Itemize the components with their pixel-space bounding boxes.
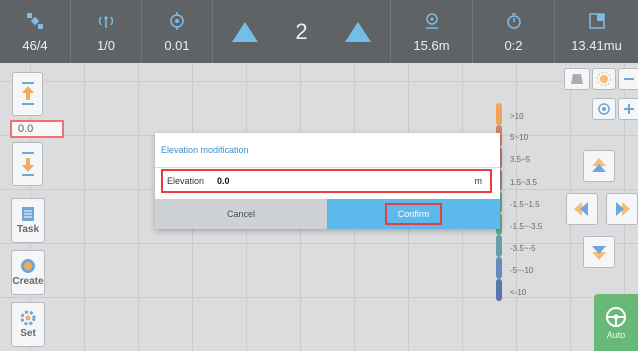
dialog-title: Elevation modification	[161, 145, 249, 155]
dialog-actions: Cancel Confirm	[155, 199, 500, 229]
elevation-field[interactable]: Elevation 0.0 m	[161, 169, 492, 193]
confirm-label: Confirm	[384, 203, 443, 225]
elevation-modification-dialog: Elevation modification Elevation 0.0 m C…	[155, 133, 500, 229]
unit-label: m	[474, 176, 483, 186]
elevation-input[interactable]: 0.0	[217, 176, 475, 186]
divider	[155, 167, 500, 168]
cancel-button[interactable]: Cancel	[155, 199, 327, 229]
elevation-field-label: Elevation	[167, 176, 205, 186]
confirm-button[interactable]: Confirm	[327, 199, 500, 229]
